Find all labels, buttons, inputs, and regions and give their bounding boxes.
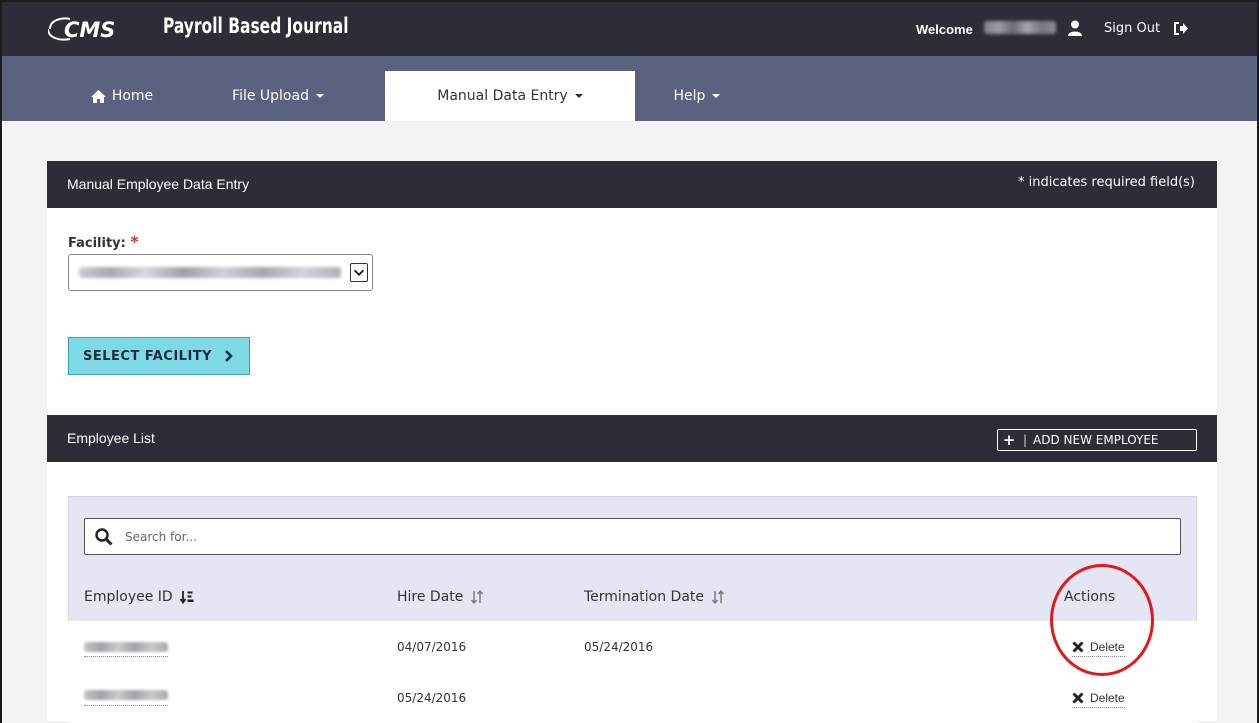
nav-home-label: Home — [111, 88, 154, 104]
nav-home[interactable]: Home — [72, 71, 172, 121]
facility-label: Facility: * — [68, 232, 139, 251]
column-header-hire-date[interactable]: Hire Date — [397, 589, 484, 605]
column-employee-id-label: Employee ID — [84, 589, 173, 605]
select-facility-button[interactable]: SELECT FACILITY — [68, 337, 250, 375]
delete-label: Delete — [1090, 640, 1125, 654]
nav-file-upload[interactable]: File Upload — [198, 71, 358, 121]
add-new-employee-label: ADD NEW EMPLOYEE — [1033, 433, 1159, 447]
nav-help[interactable]: Help — [642, 71, 752, 121]
close-icon — [1072, 692, 1084, 704]
select-facility-label: SELECT FACILITY — [83, 348, 213, 364]
app-title: Payroll Based Journal — [163, 14, 349, 38]
hire-date-cell: 05/24/2016 — [397, 691, 467, 705]
app-window: CMS Payroll Based Journal Welcome Sign O… — [0, 0, 1259, 723]
sort-icon[interactable] — [470, 590, 484, 604]
facility-select[interactable] — [68, 254, 373, 291]
column-header-employee-id[interactable]: Employee ID — [84, 589, 194, 605]
column-actions-label: Actions — [1064, 589, 1116, 605]
employee-id-underline — [84, 656, 168, 657]
close-icon — [1072, 641, 1084, 653]
delete-label: Delete — [1090, 691, 1125, 705]
delete-button[interactable]: Delete — [1072, 640, 1125, 657]
required-marker: * — [130, 232, 139, 251]
facility-value-redacted — [79, 267, 341, 278]
employee-id-redacted[interactable] — [84, 642, 168, 652]
welcome-label: Welcome — [916, 22, 973, 37]
hire-date-cell: 04/07/2016 — [397, 640, 467, 654]
user-icon — [1068, 20, 1082, 36]
nav-manual-data-entry-label: Manual Data Entry — [437, 88, 568, 104]
table-row — [68, 673, 1197, 723]
employee-id-underline — [84, 705, 168, 706]
employee-id-redacted[interactable] — [84, 690, 168, 700]
delete-button[interactable]: Delete — [1072, 691, 1125, 708]
caret-down-icon — [712, 94, 721, 98]
manual-entry-header: Manual Employee Data Entry * indicates r… — [47, 161, 1217, 208]
cms-logo-text: CMS — [64, 18, 116, 42]
plus-icon: + — [1002, 431, 1016, 449]
sign-out-link[interactable]: Sign Out — [1104, 21, 1160, 36]
nav-file-upload-label: File Upload — [232, 88, 309, 104]
termination-date-cell: 05/24/2016 — [584, 640, 654, 654]
sign-out-icon[interactable] — [1173, 21, 1188, 36]
button-separator: | — [1023, 433, 1028, 447]
search-icon — [95, 528, 113, 546]
nav-manual-data-entry[interactable]: Manual Data Entry — [385, 71, 635, 121]
sort-descending-icon[interactable] — [179, 590, 194, 604]
search-box[interactable] — [84, 518, 1181, 555]
column-header-termination-date[interactable]: Termination Date — [584, 589, 725, 605]
required-note: * indicates required field(s) — [1017, 175, 1195, 190]
caret-down-icon — [315, 94, 324, 98]
chevron-right-icon — [225, 350, 233, 362]
column-termination-date-label: Termination Date — [584, 589, 705, 605]
manual-entry-title: Manual Employee Data Entry — [67, 176, 250, 192]
employee-list-title: Employee List — [67, 430, 155, 446]
sort-icon[interactable] — [711, 590, 725, 604]
nav-help-label: Help — [673, 88, 706, 104]
column-hire-date-label: Hire Date — [397, 589, 464, 605]
user-name-redacted — [984, 21, 1056, 34]
chevron-down-icon[interactable] — [350, 263, 368, 282]
facility-label-text: Facility: — [68, 236, 126, 251]
column-header-actions: Actions — [1064, 589, 1115, 605]
search-input[interactable] — [125, 525, 1165, 549]
caret-down-icon — [574, 94, 583, 98]
home-icon — [90, 89, 106, 103]
add-new-employee-button[interactable]: + | ADD NEW EMPLOYEE — [997, 429, 1197, 451]
